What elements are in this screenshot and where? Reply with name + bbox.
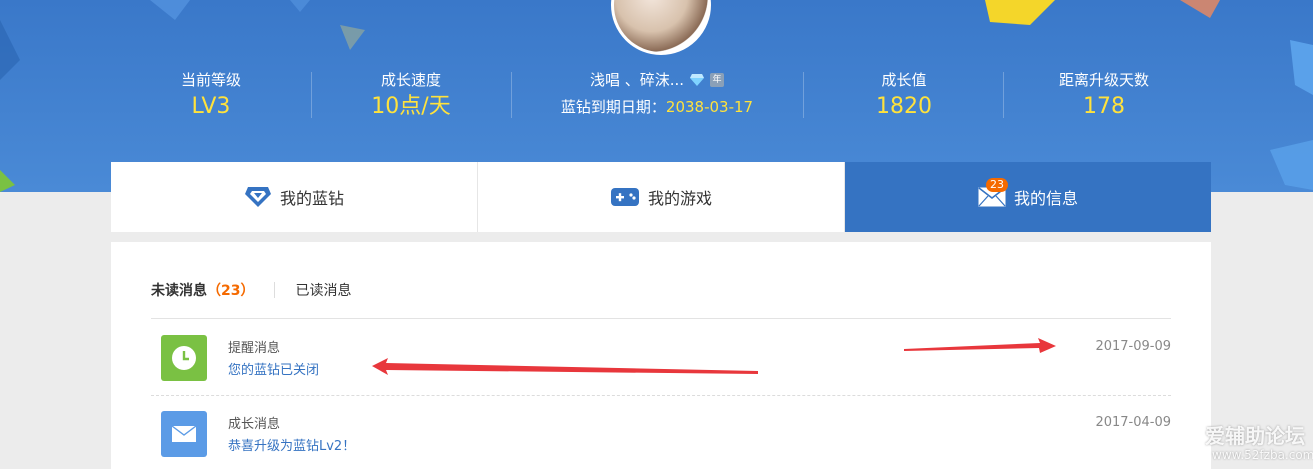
arrow-right-icon bbox=[904, 338, 1056, 353]
arrow-left-icon bbox=[372, 358, 758, 375]
watermark-title: 爱辅助论坛 bbox=[1205, 424, 1305, 448]
annotation-arrows bbox=[372, 338, 1056, 375]
watermark-url: www.52fzba.com bbox=[1212, 448, 1313, 462]
